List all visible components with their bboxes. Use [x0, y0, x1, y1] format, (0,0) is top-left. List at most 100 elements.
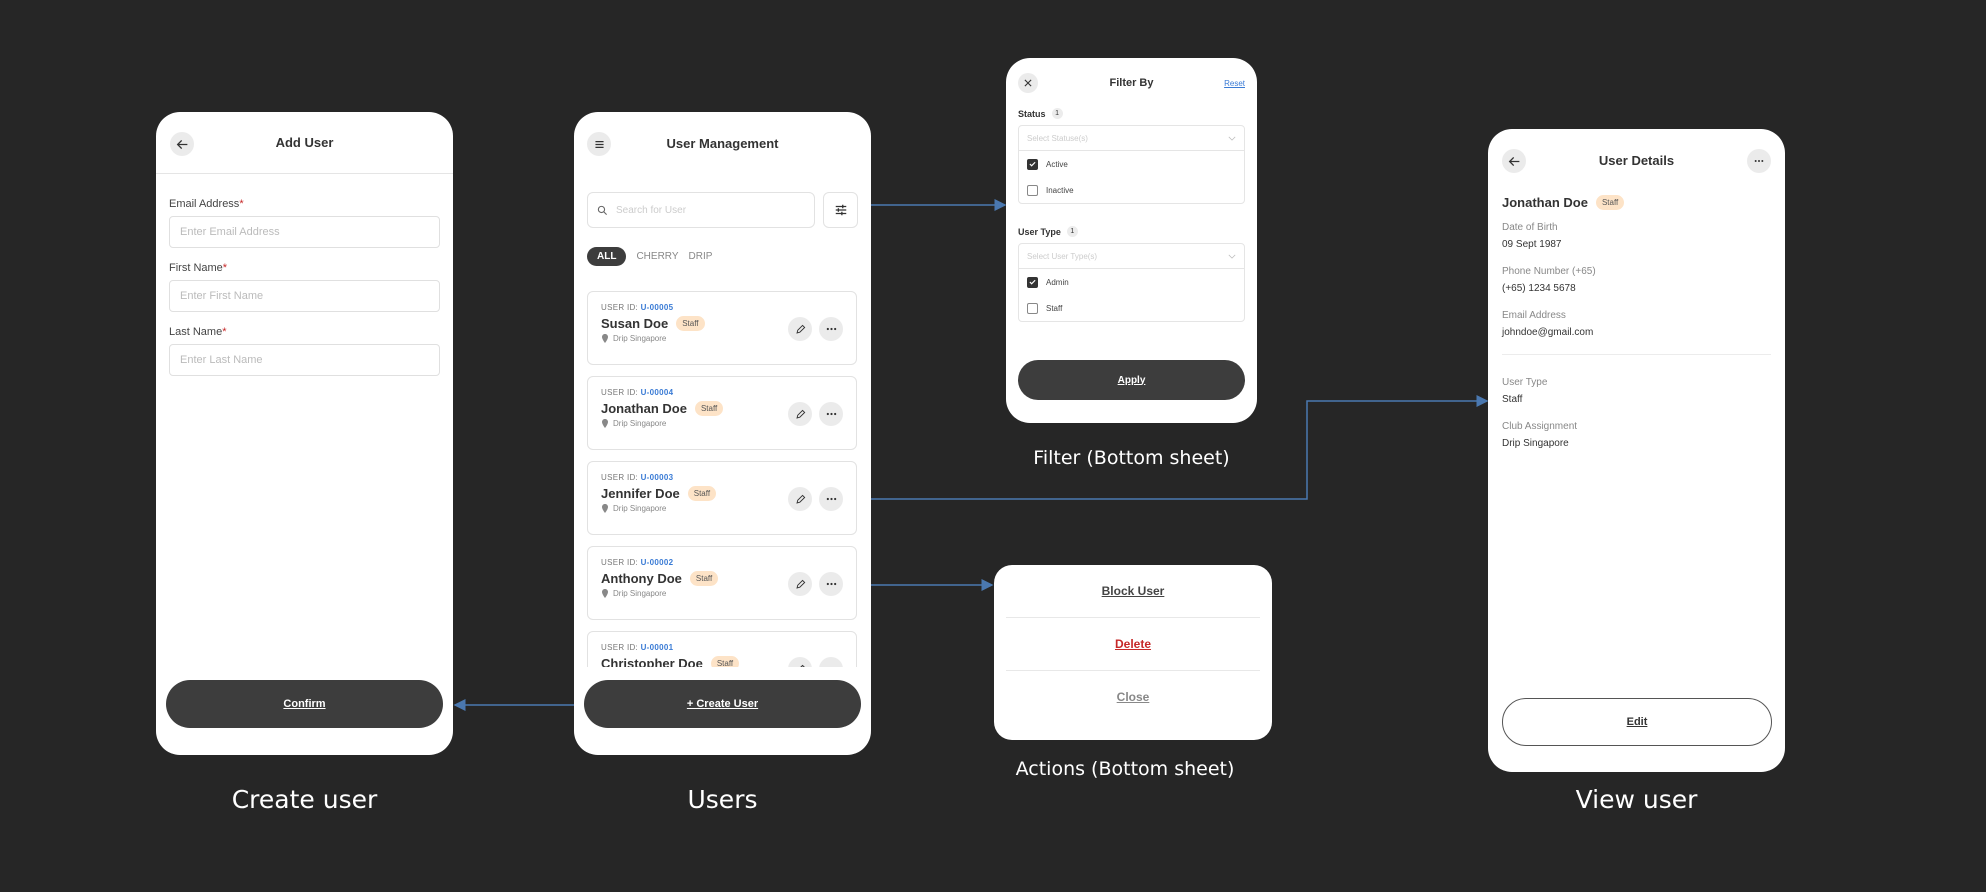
status-label: Status — [1018, 108, 1046, 119]
user-name: Anthony Doe — [601, 571, 682, 586]
dob-value: 09 Sept 1987 — [1502, 239, 1562, 250]
apply-button[interactable]: Apply — [1018, 360, 1245, 400]
more-button[interactable] — [1747, 149, 1771, 173]
pencil-icon — [795, 409, 805, 419]
role-badge: Staff — [694, 401, 724, 416]
status-option-active[interactable]: Active — [1019, 151, 1244, 177]
more-button[interactable] — [819, 317, 843, 341]
user-location: Drip Singapore — [613, 504, 667, 513]
divider — [1502, 354, 1771, 355]
users-screen: User Management Search for User ALL CHER… — [574, 112, 871, 755]
reset-link[interactable]: Reset — [1224, 79, 1245, 88]
add-user-header: Add User — [156, 112, 453, 174]
create-user-button[interactable]: + Create User — [584, 680, 861, 728]
add-user-screen: Add User Email Address* Enter Email Addr… — [156, 112, 453, 755]
filter-button[interactable] — [823, 192, 858, 228]
email-label: Email Address — [169, 198, 240, 210]
more-button[interactable] — [819, 487, 843, 511]
email-value: johndoe@gmail.com — [1502, 327, 1594, 338]
first-name-label: First Name — [169, 262, 223, 274]
search-input[interactable]: Search for User — [587, 192, 815, 228]
pencil-icon — [795, 579, 805, 589]
filter-title: Filter By — [1109, 77, 1154, 89]
edit-button[interactable]: Edit — [1502, 698, 1772, 746]
user-card[interactable]: USER ID: U-00004 Jonathan Doe Staff Drip … — [587, 376, 857, 450]
email-input[interactable]: Enter Email Address — [169, 216, 440, 248]
email-label: Email Address — [1502, 310, 1566, 321]
user-name: Jennifer Doe — [601, 486, 680, 501]
caption-filter: Filter (Bottom sheet) — [1033, 447, 1230, 469]
back-button[interactable] — [170, 132, 194, 156]
edit-button[interactable] — [788, 572, 812, 596]
user-name: Jonathan Doe — [1502, 195, 1588, 210]
more-button[interactable] — [819, 572, 843, 596]
caption-actions: Actions (Bottom sheet) — [1015, 758, 1235, 780]
more-button[interactable] — [819, 657, 843, 667]
edit-button[interactable] — [788, 317, 812, 341]
checkbox-unchecked[interactable] — [1027, 184, 1038, 196]
user-type-option-admin[interactable]: Admin — [1019, 269, 1244, 295]
edit-button[interactable] — [788, 487, 812, 511]
menu-button[interactable] — [587, 132, 611, 156]
user-card[interactable]: USER ID: U-00005 Susan Doe Staff Drip Sin… — [587, 291, 857, 365]
caption-create-user: Create user — [231, 785, 378, 814]
more-horizontal-icon — [826, 497, 836, 501]
close-button[interactable] — [1018, 73, 1038, 93]
phone-label: Phone Number (+65) — [1502, 266, 1596, 277]
tab-cherry[interactable]: CHERRY — [636, 251, 678, 262]
checkbox-unchecked[interactable] — [1027, 302, 1038, 314]
chevron-down-icon — [1228, 254, 1236, 259]
chevron-down-icon — [1228, 136, 1236, 141]
last-name-input[interactable]: Enter Last Name — [169, 344, 440, 376]
checkbox-checked[interactable] — [1027, 276, 1038, 288]
users-header: User Management — [574, 112, 871, 174]
user-card[interactable]: USER ID: U-00003 Jennifer Doe Staff Drip … — [587, 461, 857, 535]
club-tabs: ALL CHERRY DRIP — [587, 247, 712, 266]
back-button[interactable] — [1502, 149, 1526, 173]
pencil-icon — [799, 664, 805, 667]
user-name: Christopher Doe — [601, 656, 703, 667]
club-label: Club Assignment — [1502, 421, 1578, 432]
location-pin-icon — [602, 504, 608, 513]
role-badge: Staff — [1595, 195, 1625, 210]
edit-button[interactable] — [788, 657, 812, 667]
role-badge: Staff — [676, 316, 705, 331]
more-horizontal-icon — [826, 412, 836, 416]
tab-all[interactable]: ALL — [587, 247, 627, 266]
role-badge: Staff — [689, 571, 719, 586]
checkbox-checked[interactable] — [1027, 158, 1038, 170]
sliders-icon — [835, 204, 846, 216]
user-type-option-staff[interactable]: Staff — [1019, 295, 1244, 321]
phone-value: (+65) 1234 5678 — [1502, 283, 1576, 294]
filter-header: Filter By Reset — [1006, 58, 1257, 108]
first-name-input[interactable]: Enter First Name — [169, 280, 440, 312]
user-card[interactable]: USER ID: U-00001 Christopher DoeStaff Dr… — [587, 631, 857, 667]
block-user-button[interactable]: Block User — [994, 565, 1272, 617]
user-type-select[interactable]: Select User Type(s) — [1019, 244, 1244, 269]
user-id: U-00003 — [640, 473, 674, 482]
pencil-icon — [795, 494, 805, 504]
location-pin-icon — [602, 419, 608, 428]
close-sheet-button[interactable]: Close — [994, 671, 1272, 723]
user-name: Susan Doe — [601, 316, 669, 331]
role-badge: Staff — [710, 656, 740, 667]
edit-button[interactable] — [788, 402, 812, 426]
user-id: U-00005 — [640, 303, 674, 312]
more-button[interactable] — [819, 402, 843, 426]
user-details-header: User Details — [1488, 129, 1785, 191]
user-name: Jonathan Doe — [601, 401, 687, 416]
confirm-button[interactable]: Confirm — [166, 680, 443, 728]
role-badge: Staff — [687, 486, 717, 501]
user-card[interactable]: USER ID: U-00002 Anthony Doe Staff Drip S… — [587, 546, 857, 620]
status-select[interactable]: Select Statuse(s) — [1019, 126, 1244, 151]
hamburger-icon — [594, 140, 604, 148]
user-id: U-00001 — [640, 643, 674, 652]
tab-drip[interactable]: DRIP — [689, 251, 713, 262]
user-location: Drip Singapore — [613, 419, 667, 428]
pencil-icon — [795, 324, 805, 334]
status-option-inactive[interactable]: Inactive — [1019, 177, 1244, 203]
location-pin-icon — [602, 334, 608, 343]
delete-button[interactable]: Delete — [994, 618, 1272, 670]
location-pin-icon — [602, 589, 608, 598]
user-type-dropdown: Select User Type(s) Admin Staff — [1018, 243, 1245, 322]
